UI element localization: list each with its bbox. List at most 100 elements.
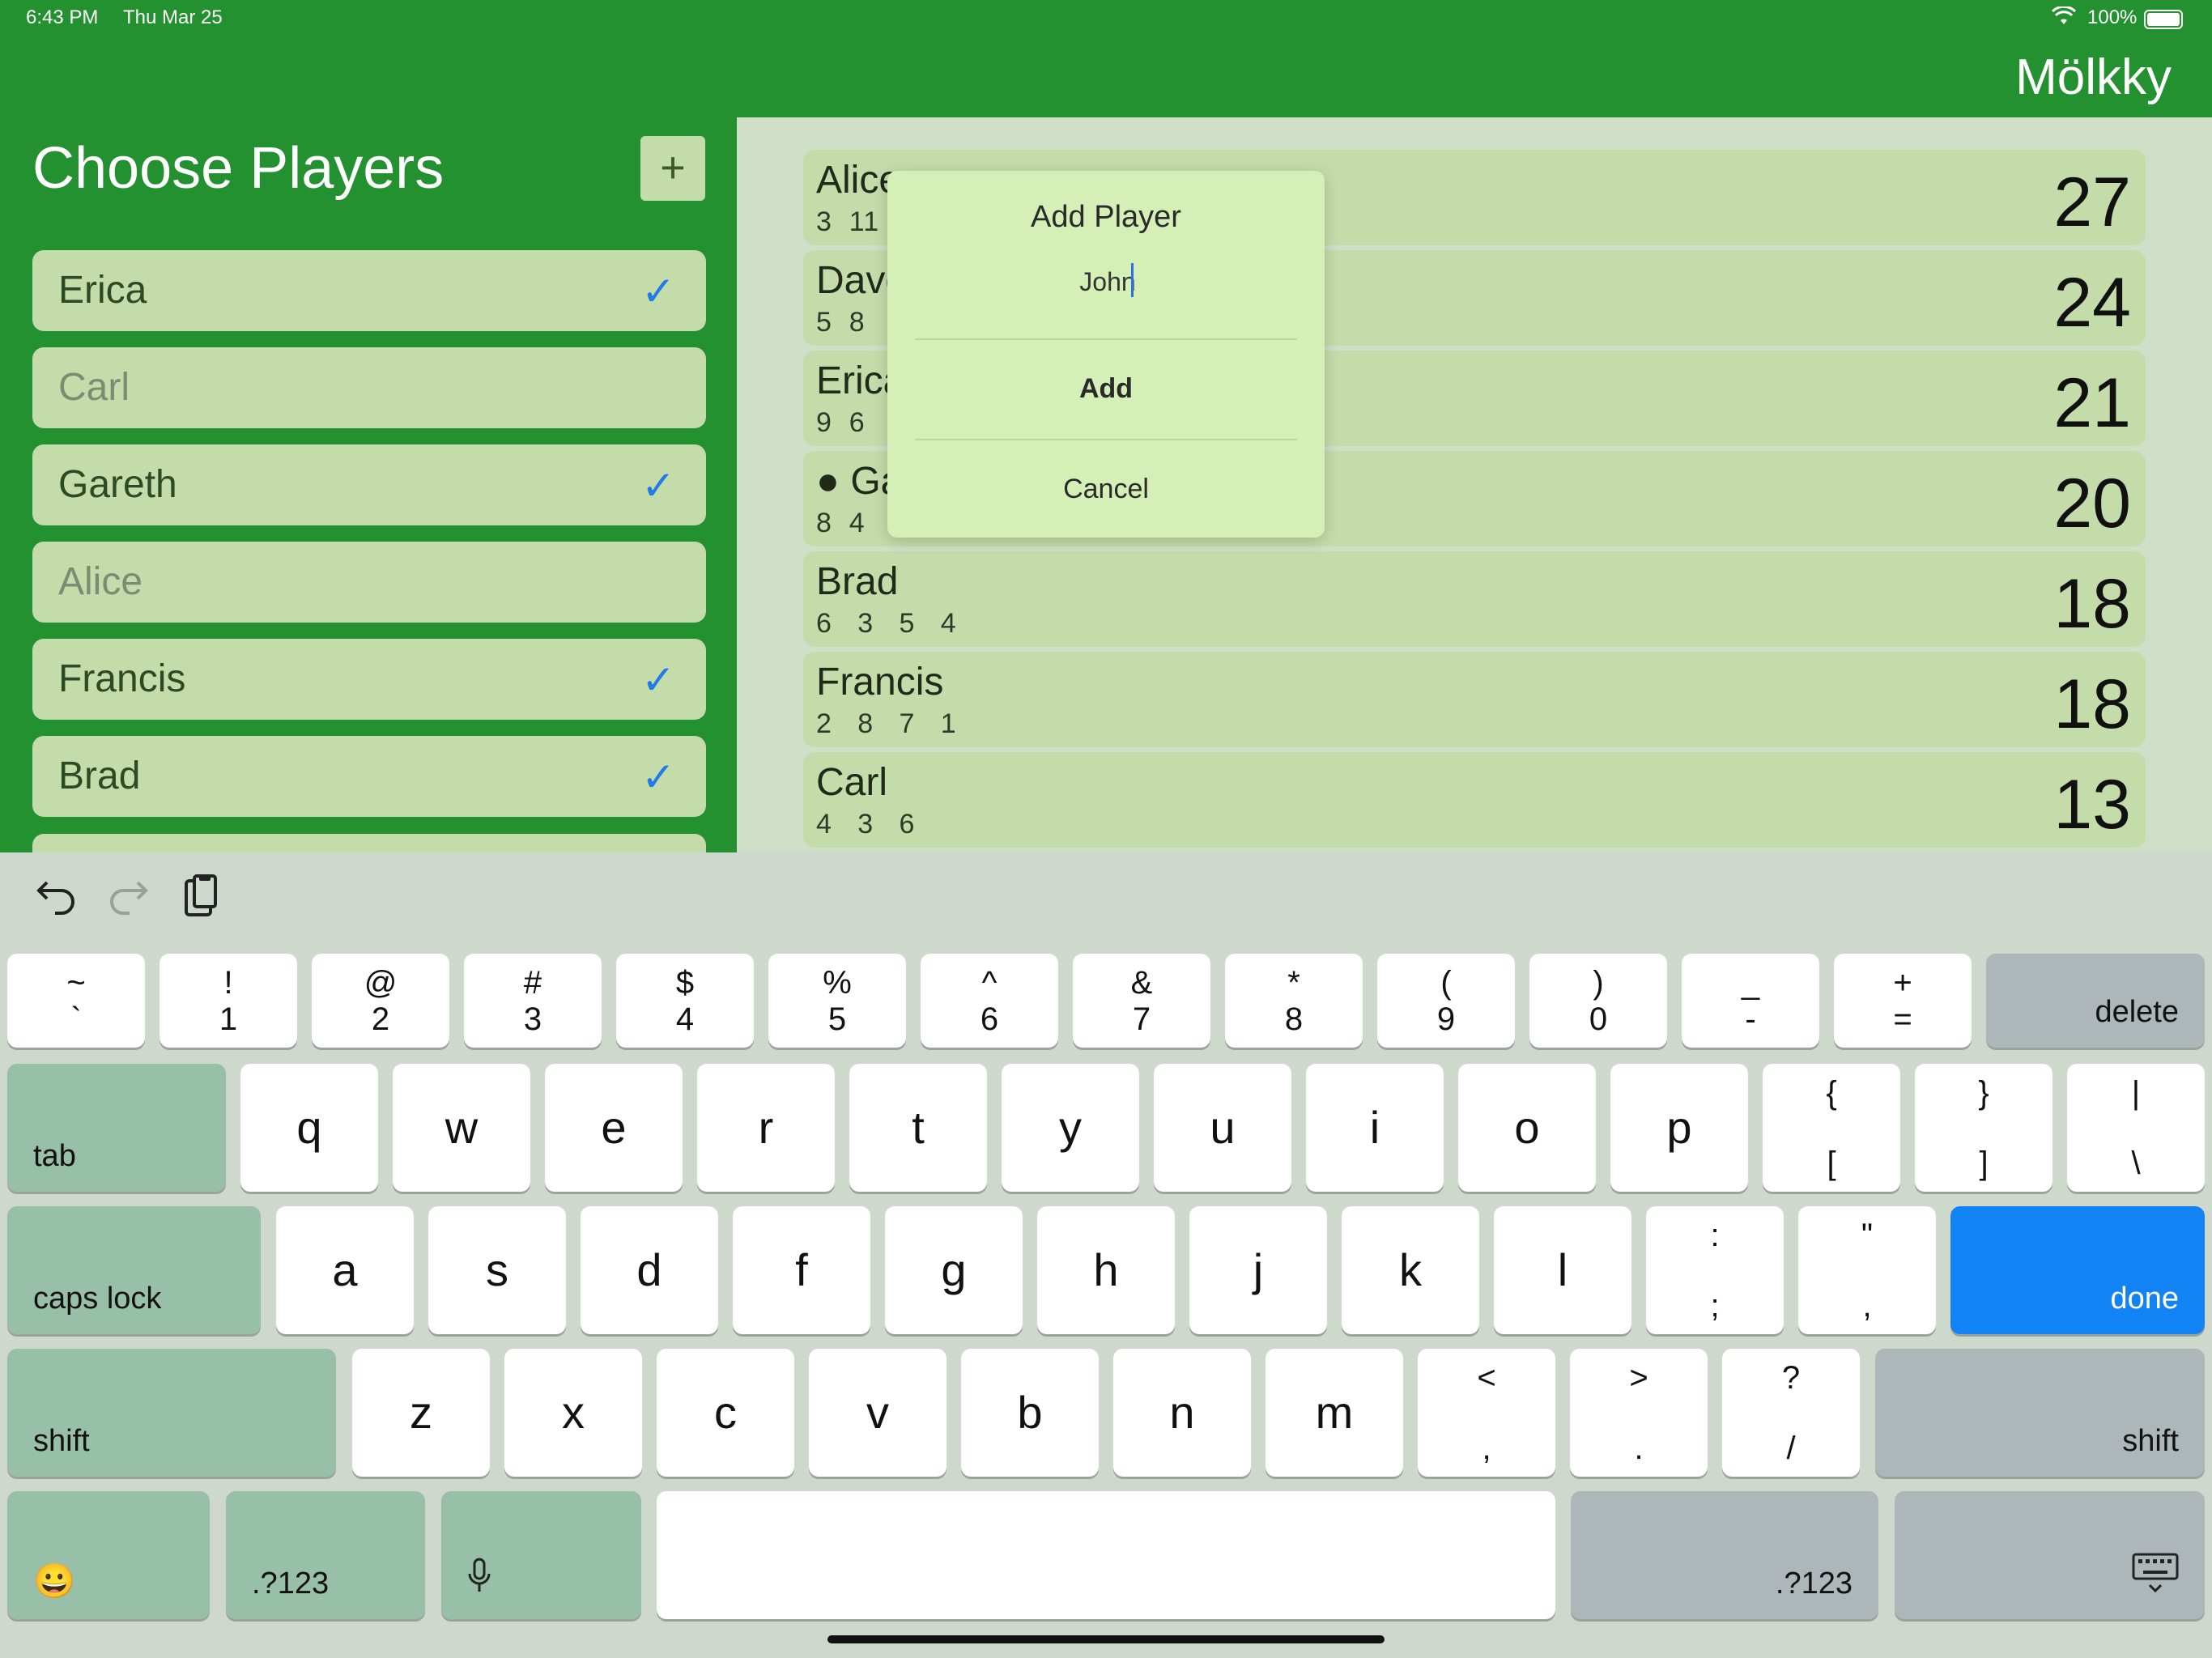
key-o[interactable]: o <box>1458 1064 1596 1192</box>
key-8[interactable]: * 8 <box>1225 954 1363 1048</box>
player-row[interactable]: Brad ✓ <box>32 736 706 817</box>
key-m[interactable]: m <box>1266 1349 1403 1477</box>
key-sym[interactable]: | \ <box>2067 1064 2205 1192</box>
hide-keyboard-key[interactable] <box>1895 1491 2205 1619</box>
key-sym[interactable]: <, <box>1418 1349 1555 1477</box>
tab-key[interactable]: tab <box>7 1064 226 1192</box>
key-h[interactable]: h <box>1037 1206 1175 1334</box>
player-row[interactable]: Alice <box>32 542 706 623</box>
key-3[interactable]: #3 <box>464 954 602 1048</box>
key-10[interactable]: ) 0 <box>1529 954 1667 1048</box>
key-t[interactable]: t <box>849 1064 987 1192</box>
key-u[interactable]: u <box>1154 1064 1291 1192</box>
key-label: a <box>332 1244 358 1295</box>
key-label: x <box>562 1387 585 1438</box>
key-sym[interactable]: {[ <box>1763 1064 1900 1192</box>
numbers-key[interactable]: .?123 <box>226 1491 425 1619</box>
player-row[interactable]: Erica ✓ <box>32 250 706 331</box>
key-6[interactable]: ^ 6 <box>921 954 1058 1048</box>
key-label: m <box>1315 1387 1354 1438</box>
add-player-button[interactable]: + <box>640 136 705 201</box>
player-name: Carl <box>58 366 130 409</box>
key-l[interactable]: l <box>1494 1206 1631 1334</box>
key-g[interactable]: g <box>885 1206 1023 1334</box>
score-row[interactable]: Carl 4 3 6 13 <box>803 752 2146 848</box>
key-w[interactable]: w <box>393 1064 530 1192</box>
key-q[interactable]: q <box>240 1064 378 1192</box>
player-name-input[interactable] <box>920 261 1295 302</box>
key-e[interactable]: e <box>545 1064 683 1192</box>
key-bottom-label: ; <box>1710 1288 1720 1324</box>
key-p[interactable]: p <box>1610 1064 1748 1192</box>
key-bottom-label: 2 <box>371 1001 390 1037</box>
key-sym[interactable]: ", <box>1798 1206 1936 1334</box>
key-sym[interactable]: }] <box>1915 1064 2052 1192</box>
key-sym[interactable]: :; <box>1646 1206 1784 1334</box>
key-9[interactable]: (9 <box>1377 954 1515 1048</box>
done-label: done <box>2110 1282 2179 1316</box>
key-1[interactable]: ! 1 <box>160 954 297 1048</box>
key-top-label: % <box>823 965 852 1001</box>
delete-key[interactable]: delete <box>1986 954 2205 1048</box>
key-7[interactable]: & 7 <box>1073 954 1210 1048</box>
key-sym[interactable]: >. <box>1570 1349 1708 1477</box>
key-a[interactable]: a <box>276 1206 414 1334</box>
key-s[interactable]: s <box>428 1206 566 1334</box>
redo-icon[interactable] <box>107 874 149 919</box>
emoji-key[interactable]: 😀 <box>7 1491 210 1619</box>
caps-lock-key[interactable]: caps lock <box>7 1206 261 1334</box>
numbers-key-right[interactable]: .?123 <box>1571 1491 1878 1619</box>
key-bottom-label: 0 <box>1589 1001 1608 1037</box>
key-x[interactable]: x <box>504 1349 642 1477</box>
key-n[interactable]: n <box>1113 1349 1251 1477</box>
key-0[interactable]: ~ ` <box>7 954 145 1048</box>
key-r[interactable]: r <box>697 1064 835 1192</box>
undo-icon[interactable] <box>36 874 78 919</box>
key-sym[interactable]: ? / <box>1722 1349 1860 1477</box>
shift-key-left[interactable]: shift <box>7 1349 336 1477</box>
space-bar[interactable] <box>657 1491 1555 1619</box>
clipboard-icon[interactable] <box>183 873 219 922</box>
cancel-button[interactable]: Cancel <box>887 474 1325 505</box>
key-top-label: # <box>523 965 542 1001</box>
dialog-title: Add Player <box>1031 200 1181 234</box>
key-label: s <box>486 1244 508 1295</box>
score-row[interactable]: Francis 2 8 7 1 18 <box>803 652 2146 747</box>
status-date: Thu Mar 25 <box>123 6 223 28</box>
key-bottom-label: 4 <box>675 1001 695 1037</box>
score-total: 13 <box>2053 766 2131 844</box>
player-row[interactable]: Gareth ✓ <box>32 444 706 525</box>
throw-history: 2 8 7 1 <box>816 708 957 739</box>
key-z[interactable]: z <box>352 1349 490 1477</box>
key-label: g <box>941 1244 967 1295</box>
key-label: u <box>1210 1102 1236 1153</box>
player-row[interactable]: Francis ✓ <box>32 639 706 720</box>
dictation-key[interactable] <box>441 1491 641 1619</box>
key-y[interactable]: y <box>1002 1064 1139 1192</box>
key-c[interactable]: c <box>657 1349 794 1477</box>
key-2[interactable]: @2 <box>312 954 449 1048</box>
done-key[interactable]: done <box>1950 1206 2205 1334</box>
key-4[interactable]: $4 <box>616 954 754 1048</box>
score-row[interactable]: Brad 6 3 5 4 18 <box>803 551 2146 647</box>
key-bottom-label: . <box>1634 1431 1644 1466</box>
key-12[interactable]: + = <box>1834 954 1972 1048</box>
player-name: Alice <box>58 560 143 603</box>
key-label: e <box>601 1102 627 1153</box>
key-label: d <box>636 1244 662 1295</box>
checkmark-icon: ✓ <box>641 755 675 800</box>
key-d[interactable]: d <box>581 1206 718 1334</box>
key-b[interactable]: b <box>961 1349 1099 1477</box>
key-11[interactable]: _ - <box>1682 954 1819 1048</box>
key-v[interactable]: v <box>809 1349 946 1477</box>
key-k[interactable]: k <box>1342 1206 1479 1334</box>
key-label: r <box>758 1102 774 1153</box>
player-row[interactable]: Carl <box>32 347 706 428</box>
shift-key-right[interactable]: shift <box>1875 1349 2205 1477</box>
add-button[interactable]: Add <box>887 373 1325 405</box>
player-row-partial[interactable] <box>32 834 706 852</box>
key-i[interactable]: i <box>1306 1064 1444 1192</box>
key-j[interactable]: j <box>1189 1206 1327 1334</box>
key-f[interactable]: f <box>733 1206 870 1334</box>
key-5[interactable]: % 5 <box>768 954 906 1048</box>
